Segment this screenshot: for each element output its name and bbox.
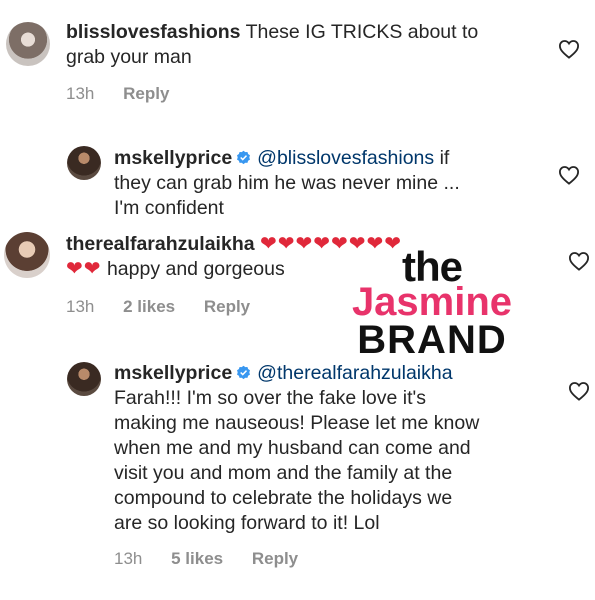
mention-link[interactable]: @therealfarahzulaikha <box>257 362 452 384</box>
comment-body-line: grab your man <box>66 46 192 68</box>
comment-meta: 13h Reply <box>66 84 193 104</box>
comment-text: mskellyprice @therealfarahzulaikha Farah!… <box>114 361 554 536</box>
jasmine-brand-watermark: the Jasmine BRAND <box>322 246 542 362</box>
avatar[interactable] <box>6 22 50 66</box>
comment-body-line: they can grab him he was never mine ... <box>114 172 460 194</box>
comment-body-line: are so looking forward to it! Lol <box>114 512 380 534</box>
like-heart-icon[interactable] <box>558 165 580 185</box>
verified-badge-icon <box>237 150 251 165</box>
comment-body-line: visit you and mom and the family at the <box>114 462 453 484</box>
comment-text: mskellyprice @blisslovesfashions if they … <box>114 146 544 221</box>
comment-body-line: if <box>439 147 450 169</box>
comment-body-line: making me nauseous! Please let me know <box>114 412 480 434</box>
comment-body-line: Farah!!! I'm so over the fake love it's <box>114 387 426 409</box>
avatar[interactable] <box>67 362 101 396</box>
likes-count[interactable]: 2 likes <box>123 297 175 316</box>
mention-link[interactable]: @blisslovesfashions <box>257 147 434 169</box>
username[interactable]: mskellyprice <box>114 362 232 384</box>
comment-meta: 13h 5 likes Reply <box>114 549 322 569</box>
comment-meta: 13h 2 likes Reply <box>66 297 274 317</box>
like-heart-icon[interactable] <box>568 251 590 271</box>
reply-button[interactable]: Reply <box>204 297 250 316</box>
timestamp: 13h <box>66 297 95 316</box>
watermark-line: Jasmine <box>351 280 513 324</box>
comment-body: happy and gorgeous <box>106 258 285 280</box>
comment-body-line: when me and my husband can come and <box>114 437 471 459</box>
timestamp: 13h <box>66 84 95 103</box>
reply-button[interactable]: Reply <box>252 549 298 568</box>
watermark-line: BRAND <box>357 318 507 362</box>
like-heart-icon[interactable] <box>568 381 590 401</box>
username[interactable]: mskellyprice <box>114 147 232 169</box>
likes-count[interactable]: 5 likes <box>171 549 223 568</box>
hearts-emoji: ❤❤ <box>66 258 102 280</box>
comment-body-line: These IG TRICKS about to <box>245 21 479 43</box>
comment-body-line: I'm confident <box>114 197 224 219</box>
verified-badge-icon <box>237 365 251 380</box>
timestamp: 13h <box>114 549 143 568</box>
comment-body-line: compound to celebrate the holidays we <box>114 487 453 509</box>
username[interactable]: therealfarahzulaikha <box>66 233 255 255</box>
comment-text: blisslovesfashions These IG TRICKS about… <box>66 20 526 70</box>
like-heart-icon[interactable] <box>558 39 580 59</box>
avatar[interactable] <box>4 232 50 278</box>
username[interactable]: blisslovesfashions <box>66 21 240 43</box>
avatar[interactable] <box>67 146 101 180</box>
reply-button[interactable]: Reply <box>123 84 169 103</box>
